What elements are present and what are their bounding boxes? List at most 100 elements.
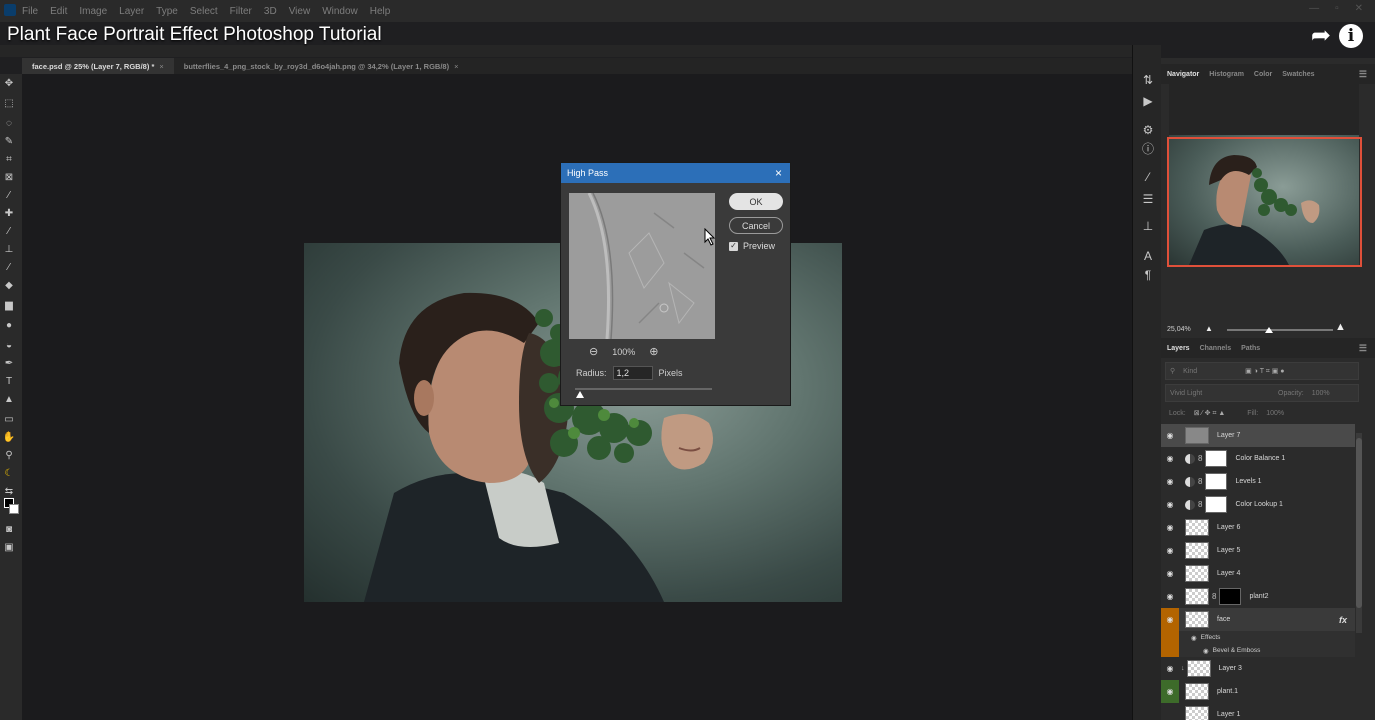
type-tool-icon[interactable]: T <box>2 376 16 388</box>
zoom-in-mountain-icon[interactable]: ▲ <box>1335 321 1346 333</box>
share-icon[interactable]: ➦ <box>1311 24 1331 48</box>
tab-color[interactable]: Color <box>1254 71 1272 78</box>
opacity-value[interactable]: 100% <box>1312 390 1330 397</box>
layer-row[interactable]: ◉ Layer 4 <box>1161 562 1355 585</box>
blend-mode-select[interactable]: Vivid Light <box>1170 390 1270 397</box>
quick-mask-icon[interactable]: ◙ <box>2 524 16 536</box>
eraser-tool-icon[interactable]: ◆ <box>2 280 16 292</box>
visibility-eye-icon[interactable] <box>1161 703 1179 720</box>
frame-tool-icon[interactable]: ⊠ <box>2 172 16 184</box>
adjustments-icon[interactable]: ☰ <box>1141 192 1155 206</box>
eyedropper-tool-icon[interactable]: ⁄ <box>2 190 16 202</box>
visibility-eye-icon[interactable]: ◉ <box>1161 539 1179 562</box>
info-panel-icon[interactable]: ⓘ <box>1141 142 1155 156</box>
dialog-close-icon[interactable]: × <box>775 166 782 180</box>
layer-row[interactable]: ◉ Layer 6 <box>1161 516 1355 539</box>
paragraph-icon[interactable]: ¶ <box>1141 268 1155 282</box>
layers-scroll-thumb[interactable] <box>1356 438 1362 608</box>
navigator-zoom-value[interactable]: 25,04% <box>1167 326 1191 333</box>
tab-histogram[interactable]: Histogram <box>1209 71 1244 78</box>
layer-row[interactable]: ◉ 8 Levels 1 <box>1161 470 1355 493</box>
menu-layer[interactable]: Layer <box>119 6 144 17</box>
visibility-eye-icon[interactable]: ◉ <box>1161 470 1179 493</box>
menu-image[interactable]: Image <box>79 6 107 17</box>
zoom-out-mountain-icon[interactable]: ▲ <box>1205 324 1213 333</box>
zoom-out-icon[interactable]: ⊖ <box>589 345 598 358</box>
fx-icon[interactable]: fx <box>1339 615 1347 625</box>
layer-row[interactable]: ◉ Layer 5 <box>1161 539 1355 562</box>
radius-slider-track[interactable] <box>575 388 712 390</box>
effect-eye-icon[interactable]: ◉ <box>1203 647 1209 655</box>
navigator-zoom-slider[interactable] <box>1227 329 1333 331</box>
hand-tool-icon[interactable]: ✋ <box>2 432 16 444</box>
zoom-in-icon[interactable]: ⊕ <box>649 345 658 358</box>
minimize-icon[interactable]: — <box>1309 3 1319 14</box>
tab-swatches[interactable]: Swatches <box>1282 71 1314 78</box>
visibility-eye-icon[interactable]: ◉ <box>1161 562 1179 585</box>
menu-help[interactable]: Help <box>370 6 391 17</box>
navigator-zoom-slider-thumb[interactable] <box>1265 327 1273 333</box>
info-icon[interactable]: i <box>1339 24 1363 48</box>
visibility-eye-icon[interactable]: ◉ <box>1161 680 1179 703</box>
screen-mode-icon[interactable]: ▣ <box>2 542 16 554</box>
character-icon[interactable]: A <box>1141 249 1155 263</box>
menu-window[interactable]: Window <box>322 6 358 17</box>
actions-play-icon[interactable]: ▶ <box>1141 94 1155 108</box>
brush-tool-icon[interactable]: ⁄ <box>2 226 16 238</box>
swap-colors-icon[interactable]: ⇆ <box>2 486 16 498</box>
layer-row[interactable]: ◉ 8 Color Balance 1 <box>1161 447 1355 470</box>
background-color-swatch[interactable] <box>9 504 19 514</box>
filter-preview[interactable] <box>569 193 715 339</box>
menu-filter[interactable]: Filter <box>230 6 252 17</box>
path-select-tool-icon[interactable]: ▲ <box>2 394 16 406</box>
gradient-tool-icon[interactable]: ▆ <box>2 300 16 312</box>
video-title[interactable]: Plant Face Portrait Effect Photoshop Tut… <box>7 24 382 46</box>
tab-paths[interactable]: Paths <box>1241 345 1260 352</box>
tab-face-psd[interactable]: face.psd @ 25% (Layer 7, RGB/8) * × <box>22 58 174 74</box>
close-window-icon[interactable]: ✕ <box>1355 3 1363 14</box>
filter-kind-select[interactable]: Kind <box>1183 368 1197 375</box>
visibility-eye-icon[interactable]: ◉ <box>1161 608 1179 631</box>
history-brush-icon[interactable]: ⁄ <box>2 262 16 274</box>
menu-edit[interactable]: Edit <box>50 6 67 17</box>
menu-type[interactable]: Type <box>156 6 178 17</box>
menu-3d[interactable]: 3D <box>264 6 277 17</box>
pen-tool-icon[interactable]: ✒ <box>2 358 16 370</box>
brushes-icon[interactable]: ⁄ <box>1141 170 1155 184</box>
panel-menu-icon[interactable]: ☰ <box>1359 69 1367 80</box>
healing-tool-icon[interactable]: ✚ <box>2 208 16 220</box>
menu-file[interactable]: File <box>22 6 38 17</box>
close-tab-icon[interactable]: × <box>454 62 458 71</box>
radius-input[interactable] <box>612 366 653 380</box>
maximize-icon[interactable]: ▫ <box>1335 3 1339 14</box>
menu-select[interactable]: Select <box>190 6 218 17</box>
layer-mask-thumbnail[interactable] <box>1219 588 1242 605</box>
preview-checkbox[interactable]: ✓ Preview <box>729 241 775 251</box>
move-tool-icon[interactable]: ✥ <box>2 78 16 90</box>
visibility-eye-icon[interactable]: ◉ <box>1161 447 1179 470</box>
layers-menu-icon[interactable]: ☰ <box>1359 343 1367 354</box>
tab-layers[interactable]: Layers <box>1167 345 1190 352</box>
stamp-tool-icon[interactable]: ⊥ <box>2 244 16 256</box>
history-icon[interactable]: ⇅ <box>1141 73 1155 87</box>
visibility-eye-icon[interactable]: ◉ <box>1161 516 1179 539</box>
lasso-tool-icon[interactable]: ◌ <box>2 118 16 130</box>
visibility-eye-icon[interactable]: ◉ <box>1161 657 1179 680</box>
cancel-button[interactable]: Cancel <box>729 217 783 234</box>
tab-navigator[interactable]: Navigator <box>1167 71 1199 78</box>
checkbox-check-icon[interactable]: ✓ <box>729 241 738 251</box>
effects-row[interactable]: ◉ Effects <box>1161 631 1355 644</box>
layer-row[interactable]: ◉ 8 plant2 <box>1161 585 1355 608</box>
quick-select-tool-icon[interactable]: ✎ <box>2 136 16 148</box>
clone-source-icon[interactable]: ⊥ <box>1141 219 1155 233</box>
layer-mask-thumbnail[interactable] <box>1205 496 1228 513</box>
edit-toolbar-icon[interactable]: ☾ <box>2 468 16 480</box>
ok-button[interactable]: OK <box>729 193 783 210</box>
visibility-eye-icon[interactable]: ◉ <box>1161 585 1179 608</box>
layer-row[interactable]: Layer 1 <box>1161 703 1355 720</box>
visibility-eye-icon[interactable]: ◉ <box>1161 424 1179 447</box>
layer-mask-thumbnail[interactable] <box>1205 473 1228 490</box>
navigator-view-box[interactable] <box>1167 137 1362 267</box>
fill-value[interactable]: 100% <box>1266 410 1284 417</box>
rectangle-tool-icon[interactable]: ▭ <box>2 414 16 426</box>
